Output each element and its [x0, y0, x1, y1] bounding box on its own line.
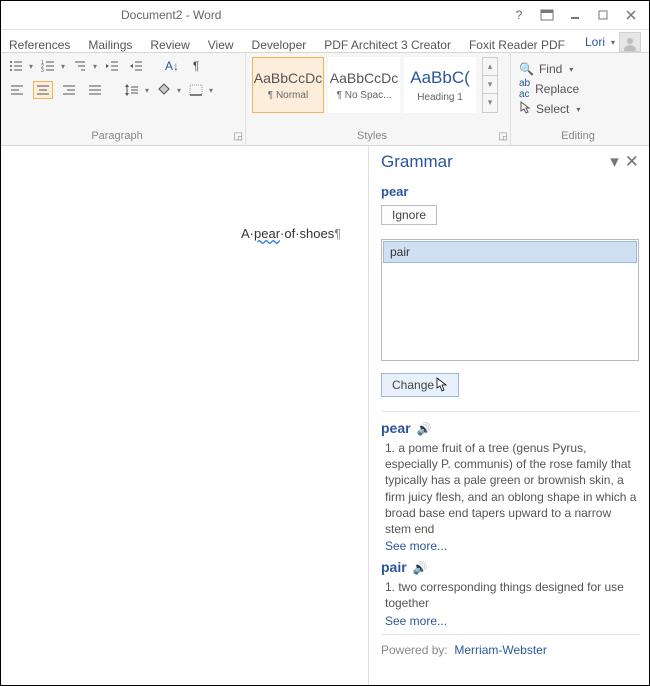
- align-right-icon[interactable]: [59, 81, 79, 99]
- style-normal[interactable]: AaBbCcDc ¶ Normal: [252, 57, 324, 113]
- speaker-icon[interactable]: 🔊: [413, 561, 428, 575]
- ribbon-tabs: References Mailings Review View Develope…: [1, 30, 649, 53]
- numbering-icon[interactable]: 123: [39, 57, 57, 75]
- group-editing: 🔍Find▾ abacReplace Select▾ Editing: [511, 53, 649, 145]
- grammar-panel: Grammar ▾ ✕ pear Ignore pair Change pear…: [368, 146, 649, 685]
- avatar-icon: [619, 32, 641, 52]
- dialog-launcher-icon[interactable]: ◲: [234, 131, 243, 142]
- grammar-error-word[interactable]: pear: [254, 226, 280, 241]
- align-left-icon[interactable]: [7, 81, 27, 99]
- line-spacing-icon[interactable]: [123, 81, 141, 99]
- window-title: Document2 - Word: [121, 8, 221, 22]
- dialog-launcher-icon[interactable]: ◲: [499, 131, 508, 142]
- ignore-button[interactable]: Ignore: [381, 205, 437, 225]
- title-bar: Document2 - Word ?: [1, 1, 649, 30]
- find-button[interactable]: 🔍Find▾: [519, 59, 641, 79]
- tab-review[interactable]: Review: [150, 38, 189, 52]
- close-icon[interactable]: [617, 5, 645, 25]
- source-link[interactable]: Merriam-Webster: [454, 643, 546, 657]
- account-user[interactable]: Lori▾: [585, 32, 641, 52]
- suggestion-item[interactable]: pair: [383, 241, 637, 263]
- definition-text-1: 1. a pome fruit of a tree (genus Pyrus, …: [385, 440, 639, 537]
- show-marks-icon[interactable]: ¶: [187, 57, 205, 75]
- tab-view[interactable]: View: [208, 38, 234, 52]
- tab-references[interactable]: References: [9, 38, 70, 52]
- replace-button[interactable]: abacReplace: [519, 79, 641, 99]
- select-icon: [519, 101, 531, 118]
- bullets-icon[interactable]: [7, 57, 25, 75]
- change-button[interactable]: Change: [381, 373, 459, 397]
- decrease-indent-icon[interactable]: [103, 57, 121, 75]
- tab-developer[interactable]: Developer: [252, 38, 307, 52]
- panel-close-icon[interactable]: ✕: [625, 152, 639, 172]
- speaker-icon[interactable]: 🔊: [417, 422, 432, 436]
- styles-scroll[interactable]: ▴ ▾ ▾: [482, 57, 498, 113]
- styles-more-icon[interactable]: ▾: [483, 94, 497, 111]
- shading-icon[interactable]: [155, 81, 173, 99]
- powered-by: Powered by: Merriam-Webster: [381, 643, 639, 657]
- select-button[interactable]: Select▾: [519, 99, 641, 119]
- maximize-icon[interactable]: [589, 5, 617, 25]
- scroll-down-icon[interactable]: ▾: [483, 76, 497, 94]
- cursor-icon: [436, 377, 448, 393]
- borders-icon[interactable]: [187, 81, 205, 99]
- panel-menu-icon[interactable]: ▾: [610, 152, 619, 172]
- document-area[interactable]: A·pear·of·shoes¶: [1, 146, 389, 685]
- see-more-link-2[interactable]: See more...: [385, 614, 639, 628]
- group-label: Styles: [246, 130, 498, 142]
- justify-icon[interactable]: [85, 81, 105, 99]
- see-more-link-1[interactable]: See more...: [385, 539, 639, 553]
- suggestions-box[interactable]: pair: [381, 239, 639, 361]
- align-center-icon[interactable]: [33, 81, 53, 99]
- tab-pdf-architect[interactable]: PDF Architect 3 Creator: [324, 38, 451, 52]
- group-label: Editing: [511, 130, 645, 142]
- document-line[interactable]: A·pear·of·shoes¶: [241, 226, 341, 241]
- sort-icon[interactable]: A↓: [163, 57, 181, 75]
- multilevel-list-icon[interactable]: [71, 57, 89, 75]
- help-icon[interactable]: ?: [505, 5, 533, 25]
- scroll-up-icon[interactable]: ▴: [483, 58, 497, 76]
- definition-word-1: pear: [381, 420, 411, 436]
- definition-text-2: 1. two corresponding things designed for…: [385, 579, 639, 611]
- find-icon: 🔍: [519, 62, 534, 76]
- tab-foxit[interactable]: Foxit Reader PDF: [469, 38, 565, 52]
- user-name: Lori: [585, 35, 605, 49]
- minimize-icon[interactable]: [561, 5, 589, 25]
- svg-text:3: 3: [41, 68, 44, 72]
- increase-indent-icon[interactable]: [127, 57, 145, 75]
- style-heading-1[interactable]: AaBbC( Heading 1: [404, 57, 476, 113]
- replace-icon: abac: [519, 78, 530, 100]
- panel-title: Grammar: [381, 152, 453, 172]
- group-label: Paragraph: [1, 130, 233, 142]
- ribbon: ▾ 123▾ ▾ A↓ ¶ ▾ ▾ ▾ Paragraph ◲ AaBbCcDc: [1, 53, 649, 146]
- group-paragraph: ▾ 123▾ ▾ A↓ ¶ ▾ ▾ ▾ Paragraph ◲: [1, 53, 246, 145]
- flagged-word: pear: [381, 184, 639, 199]
- definition-word-2: pair: [381, 559, 407, 575]
- style-no-spacing[interactable]: AaBbCcDc ¶ No Spac...: [328, 57, 400, 113]
- ribbon-display-icon[interactable]: [533, 5, 561, 25]
- tab-mailings[interactable]: Mailings: [88, 38, 132, 52]
- group-styles: AaBbCcDc ¶ Normal AaBbCcDc ¶ No Spac... …: [246, 53, 511, 145]
